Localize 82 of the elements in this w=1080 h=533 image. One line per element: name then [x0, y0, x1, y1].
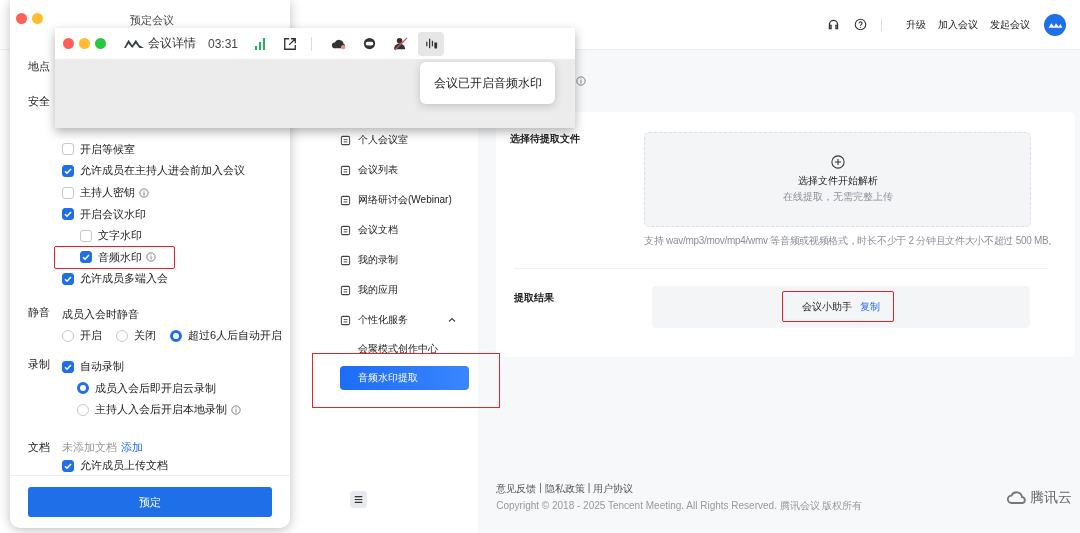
checkbox[interactable]: [62, 360, 74, 373]
upload-hint: 在线提取，无需完整上传: [782, 190, 893, 204]
share-icon[interactable]: [283, 36, 298, 51]
option-label: 主持人入会后开启本地录制: [95, 402, 227, 418]
field-label: 静音: [28, 304, 51, 320]
checkbox[interactable]: [62, 186, 74, 199]
sidebar-item[interactable]: 我的录制: [340, 245, 470, 275]
option-label: 音频水印: [98, 249, 142, 265]
headset-icon[interactable]: [827, 18, 840, 31]
footer-link[interactable]: 隐私政策: [544, 482, 585, 496]
cloud-icon: [1006, 490, 1028, 505]
option-label: 超过6人后自动开启: [188, 328, 283, 344]
info-icon: [576, 76, 587, 86]
checkbox[interactable]: [80, 251, 92, 264]
result-text: 会议小助手: [802, 300, 853, 314]
sidebar-item[interactable]: 个人会议室: [340, 125, 470, 155]
copy-link[interactable]: 复制: [860, 300, 881, 314]
radio-button[interactable]: [77, 403, 89, 416]
status-text: 未添加文档: [62, 440, 117, 456]
header-link[interactable]: 加入会议: [938, 17, 978, 32]
chevron-icon[interactable]: [447, 315, 458, 325]
sidebar-item[interactable]: 会聚模式创作中心: [340, 335, 470, 363]
upload-title: 选择文件开始解析: [797, 174, 878, 188]
checkbox[interactable]: [62, 459, 74, 472]
help-icon[interactable]: [854, 18, 867, 31]
radio-button[interactable]: [77, 382, 89, 395]
option-label: 主持人密钥: [80, 185, 135, 201]
sidebar-item[interactable]: 音频水印提取: [340, 366, 470, 390]
meeting-timer: 03:31: [208, 36, 239, 51]
radio-button[interactable]: [116, 329, 128, 342]
option-label: 允许成员上传文档: [80, 458, 168, 474]
option-label: 开启会议水印: [80, 206, 146, 222]
checkbox[interactable]: [62, 208, 74, 221]
window-title: 预定会议: [130, 13, 174, 28]
checkbox[interactable]: [80, 229, 92, 242]
option-label: 自动录制: [80, 359, 124, 375]
radio-button[interactable]: [170, 329, 182, 342]
option-label: 开启: [80, 328, 102, 344]
header-link[interactable]: 发起会议: [990, 17, 1030, 32]
option-label: 关闭: [134, 328, 156, 344]
menu-icon[interactable]: [350, 491, 367, 508]
checkbox[interactable]: [62, 272, 74, 285]
close-icon[interactable]: [63, 38, 74, 49]
field-label: 文档: [28, 439, 51, 455]
option-label: 开启等候室: [80, 141, 135, 157]
sidebar-item[interactable]: 会议列表: [340, 155, 470, 185]
separator: |: [539, 482, 542, 495]
section-label: 提取结果: [514, 291, 556, 305]
schedule-button[interactable]: 预定: [28, 487, 272, 517]
tooltip: 会议已开启音频水印: [420, 62, 555, 104]
option-label: 文字水印: [98, 228, 142, 244]
field-label: 地点: [28, 59, 51, 74]
field-label: 录制: [28, 356, 51, 372]
header-link[interactable]: 升级: [906, 17, 926, 32]
footer-link[interactable]: 用户协议: [593, 482, 634, 496]
separator: |: [587, 482, 591, 495]
brand-name: 腾讯云: [1030, 488, 1072, 507]
avatar-icon[interactable]: [1044, 13, 1066, 36]
option-label: 允许成员在主持人进会前加入会议: [80, 163, 245, 179]
add-link[interactable]: 添加: [121, 440, 143, 456]
sidebar-item[interactable]: 会议文档: [340, 215, 470, 245]
waveform-icon[interactable]: [418, 31, 445, 56]
format-note: 支持 wav/mp3/mov/mp4/wmv 等音频或视频格式，时长不少于 2 分钟且文件大小不超过 500 MB。: [644, 234, 1058, 248]
close-icon[interactable]: [16, 13, 27, 24]
sidebar-item[interactable]: 我的应用: [340, 275, 470, 305]
upload-area[interactable]: 选择文件开始解析 在线提取，无需完整上传: [644, 132, 1031, 227]
sidebar-item[interactable]: 个性化服务: [340, 305, 470, 335]
signal-icon: [254, 37, 267, 50]
radio-button[interactable]: [62, 329, 74, 342]
sidebar-item[interactable]: 网络研讨会(Webinar): [340, 185, 470, 215]
field-label: 安全: [28, 94, 51, 109]
option-label: 允许成员多端入会: [80, 271, 168, 287]
copyright-text: Copyright © 2018 - 2025 Tencent Meeting. All Rights Reserved. 腾讯会议 版权所有: [496, 499, 863, 513]
plus-icon: [830, 155, 845, 169]
footer-link[interactable]: 意见反馈: [496, 482, 537, 496]
section-label: 选择待提取文件: [510, 132, 582, 146]
logo-icon: [124, 38, 144, 49]
checkbox[interactable]: [62, 165, 74, 177]
meeting-title: 会议详情: [148, 35, 196, 52]
option-label: 成员入会时静音: [62, 306, 140, 322]
option-label: 成员入会后即开启云录制: [95, 380, 216, 396]
checkbox[interactable]: [62, 143, 74, 156]
